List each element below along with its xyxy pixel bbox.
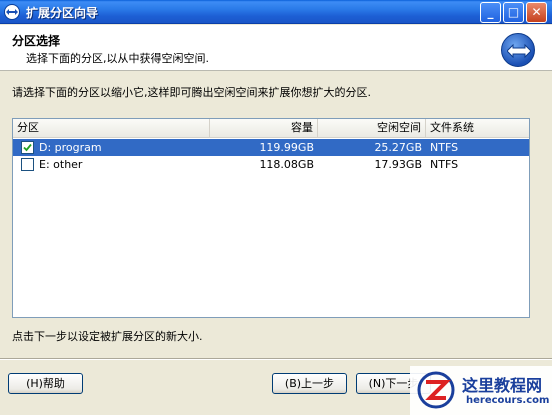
partition-name: D: program [39,141,102,154]
column-header-capacity[interactable]: 容量 [210,119,318,138]
list-header: 分区 容量 空闲空间 文件系统 [13,119,529,138]
partition-free-space: 17.93GB [374,158,422,171]
partition-filesystem: NTFS [430,141,459,154]
close-button[interactable]: ✕ [526,2,547,23]
watermark: 这里教程网 herecours.com [410,366,552,415]
watermark-url: herecours.com [466,395,550,406]
title-bar[interactable]: 扩展分区向导 _ □ ✕ [0,0,552,24]
page-subtitle: 选择下面的分区,以从中获得空闲空间. [26,52,209,65]
column-header-partition[interactable]: 分区 [13,119,210,138]
row-checkbox[interactable] [21,158,34,171]
partition-list[interactable]: 分区 容量 空闲空间 文件系统 D: program 119.99GB 25.2… [12,118,530,318]
watermark-logo-icon [417,371,455,409]
footer-note: 点击下一步以设定被扩展分区的新大小. [12,330,203,343]
partition-capacity: 118.08GB [259,158,314,171]
column-header-filesystem[interactable]: 文件系统 [426,119,529,138]
help-button[interactable]: (H)帮助 [8,373,83,394]
wizard-header: 分区选择 选择下面的分区,以从中获得空闲空间. [0,25,552,71]
watermark-name: 这里教程网 [462,376,543,395]
window-title: 扩展分区向导 [26,6,99,20]
divider [0,358,552,360]
minimize-button[interactable]: _ [480,2,501,23]
partition-name: E: other [39,158,83,171]
table-row[interactable]: D: program 119.99GB 25.27GB NTFS [13,139,529,156]
partition-capacity: 119.99GB [259,141,314,154]
instruction-text: 请选择下面的分区以缩小它,这样即可腾出空闲空间来扩展你想扩大的分区. [12,86,371,99]
column-header-free-space[interactable]: 空闲空间 [318,119,426,138]
row-checkbox[interactable] [21,141,34,154]
maximize-button[interactable]: □ [503,2,524,23]
partition-free-space: 25.27GB [374,141,422,154]
app-icon [4,4,20,20]
partition-filesystem: NTFS [430,158,459,171]
table-row[interactable]: E: other 118.08GB 17.93GB NTFS [13,156,529,173]
wizard-logo-icon [501,33,535,67]
page-title: 分区选择 [12,34,61,48]
back-button[interactable]: (B)上一步 [272,373,347,394]
